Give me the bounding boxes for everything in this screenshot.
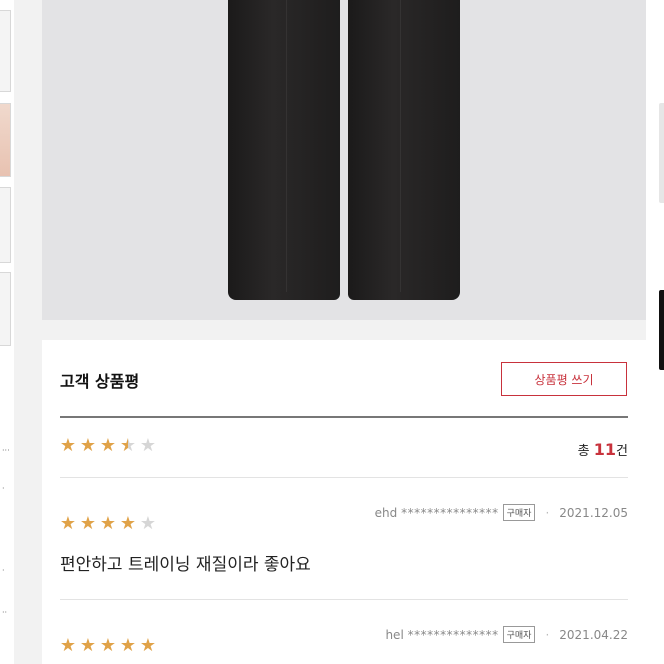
divider: [60, 599, 628, 600]
right-edge-panel: [646, 0, 664, 664]
pants-right-leg: [348, 0, 460, 300]
star-icon: ★: [59, 435, 77, 456]
thumbnail-1[interactable]: [0, 10, 11, 92]
star-icon: ★: [119, 435, 137, 456]
ellipsis-mark: ··: [2, 608, 8, 617]
star-icon: ★: [119, 635, 137, 656]
total-prefix: 총: [577, 444, 590, 459]
divider: [60, 416, 628, 418]
thumbnail-4[interactable]: [0, 272, 11, 346]
review-section-title: 고객 상품평: [60, 372, 140, 391]
star-icon: ★: [139, 435, 157, 456]
side-tab-button[interactable]: [659, 103, 664, 203]
average-rating-stars: ★ ★ ★ ★ ★: [58, 436, 158, 456]
side-tab-button-active[interactable]: [659, 290, 664, 370]
star-icon: ★: [119, 513, 137, 534]
product-image: [42, 0, 646, 320]
thumbnail-3[interactable]: [0, 187, 11, 263]
review-date: 2021.12.05: [559, 505, 628, 520]
reviewer-name: ehd: [374, 505, 398, 520]
review-text: 편안하고 트레이닝 재질이라 좋아요: [60, 555, 311, 575]
total-count-number: 11: [593, 440, 617, 459]
star-icon: ★: [79, 435, 97, 456]
separator-dot: ·: [545, 627, 550, 642]
reviewer-name: hel: [385, 627, 404, 642]
write-review-button[interactable]: 상품평 쓰기: [501, 362, 627, 396]
ellipsis-mark: ·: [2, 566, 5, 575]
reviewer-masked-id: **************: [407, 627, 499, 642]
pants-left-leg: [228, 0, 340, 300]
review-date: 2021.04.22: [559, 627, 628, 642]
star-icon: ★: [79, 513, 97, 534]
star-icon: ★: [99, 513, 117, 534]
total-suffix: 건: [616, 444, 628, 459]
review-rating-stars: ★ ★ ★ ★ ★: [58, 514, 158, 534]
star-icon: ★: [99, 435, 117, 456]
reviewer-masked-id: ***************: [401, 505, 499, 520]
review-meta: ehd *************** 구매자 · 2021.12.05: [375, 504, 628, 521]
buyer-badge: 구매자: [502, 504, 536, 521]
thumbnail-strip: ··· · · ··: [0, 0, 14, 664]
star-icon: ★: [59, 513, 77, 534]
buyer-badge: 구매자: [502, 626, 536, 643]
review-meta: hel ************** 구매자 · 2021.04.22: [385, 626, 628, 643]
star-icon: ★: [99, 635, 117, 656]
thumbnail-2[interactable]: [0, 103, 11, 177]
star-icon: ★: [79, 635, 97, 656]
review-panel: 고객 상품평 상품평 쓰기 ★ ★ ★ ★ ★ 총 11건 ehd **********…: [42, 340, 646, 664]
review-total-count: 총 11건: [578, 440, 628, 459]
separator-dot: ·: [545, 505, 550, 520]
star-icon: ★: [139, 635, 157, 656]
star-icon: ★: [139, 513, 157, 534]
ellipsis-mark: ·: [2, 484, 5, 493]
ellipsis-mark: ···: [2, 446, 10, 455]
divider: [60, 477, 628, 478]
review-rating-stars: ★ ★ ★ ★ ★: [58, 636, 158, 656]
star-icon: ★: [59, 635, 77, 656]
